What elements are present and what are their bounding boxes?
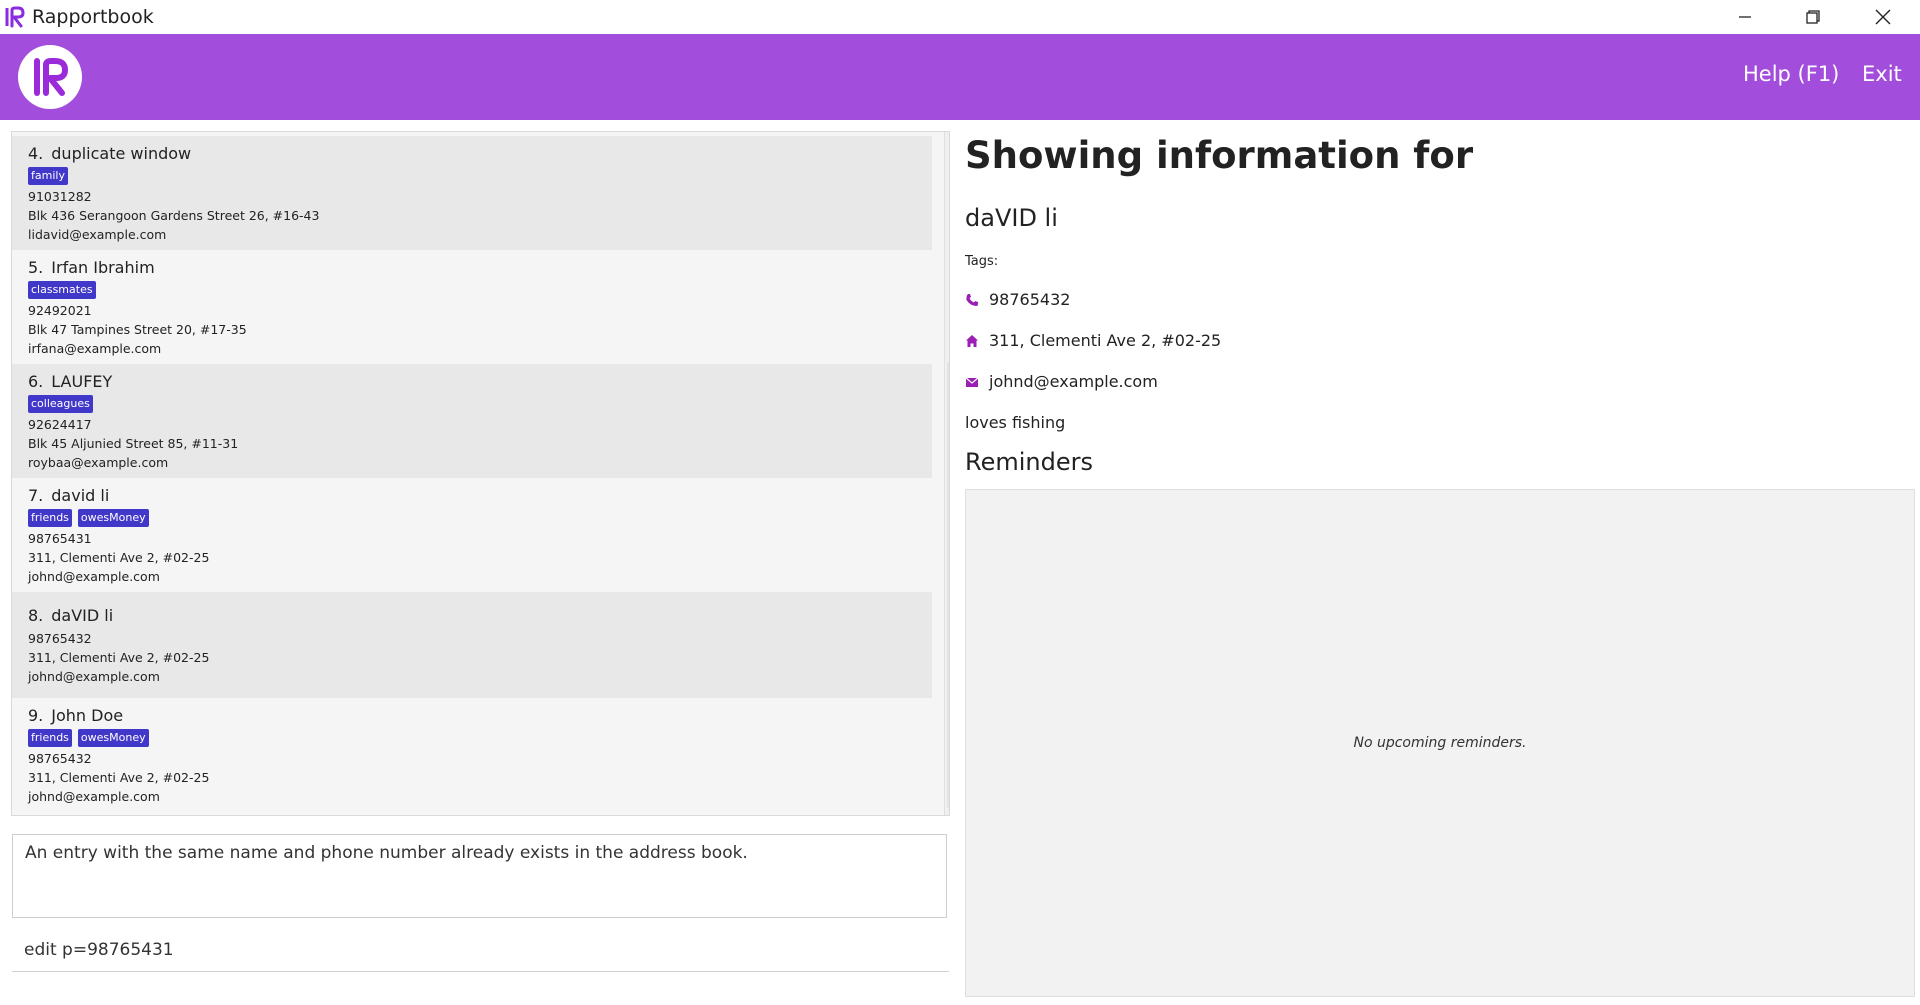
contact-email: lidavid@example.com <box>28 227 167 242</box>
contact-index: 7. <box>28 486 44 505</box>
contact-email: johnd@example.com <box>28 669 160 684</box>
minimize-button[interactable] <box>1710 0 1780 34</box>
contact-name: 6. LAUFEY <box>28 372 916 391</box>
contact-name-text: daVID li <box>51 606 114 625</box>
detail-phone-row: 98765432 <box>965 290 1070 309</box>
restore-icon <box>1806 10 1820 24</box>
contact-index: 9. <box>28 706 44 725</box>
tag-badge: owesMoney <box>77 509 149 527</box>
contact-email: johnd@example.com <box>28 789 160 804</box>
contact-tags: friends owesMoney <box>28 509 916 527</box>
app-header: Help (F1) Exit <box>0 34 1920 120</box>
contact-tags: classmates <box>28 281 916 299</box>
phone-icon <box>966 293 978 306</box>
contact-name: 7. david li <box>28 486 916 505</box>
detail-remark: loves fishing <box>965 413 1066 432</box>
close-icon <box>1875 9 1891 25</box>
tag-badge: friends <box>28 729 72 747</box>
contact-index: 5. <box>28 258 44 277</box>
contact-index: 8. <box>28 606 44 625</box>
contact-phone: 92624417 <box>28 417 92 432</box>
contact-name-text: LAUFEY <box>51 372 113 391</box>
window-titlebar: Rapportbook <box>0 0 1920 34</box>
contact-name-text: david li <box>51 486 110 505</box>
reminders-list: No upcoming reminders. <box>965 489 1915 997</box>
detail-address: 311, Clementi Ave 2, #02-25 <box>989 331 1222 350</box>
contact-index: 4. <box>28 144 44 163</box>
list-scrollbar[interactable] <box>944 132 949 815</box>
app-logo-icon <box>5 6 25 28</box>
detail-heading: Showing information for <box>965 134 1474 177</box>
contact-phone: 98765432 <box>28 631 92 646</box>
email-icon <box>965 377 979 387</box>
detail-name: daVID li <box>965 204 1058 232</box>
contact-phone: 98765432 <box>28 751 92 766</box>
command-input[interactable]: edit p=98765431 <box>12 928 949 972</box>
window-title: Rapportbook <box>32 6 154 28</box>
tag-badge: family <box>28 167 68 185</box>
contact-card[interactable]: 9. John Doe friends owesMoney 98765432 311… <box>12 698 932 812</box>
contact-address: Blk 45 Aljunied Street 85, #11-31 <box>28 436 239 451</box>
exit-menu[interactable]: Exit <box>1862 62 1902 86</box>
contact-card[interactable]: 7. david li friends owesMoney 98765431 311… <box>12 478 932 592</box>
contact-card[interactable]: 8. daVID li 98765432 311, Clementi Ave 2,… <box>12 592 932 698</box>
rapportbook-logo-icon <box>34 58 68 96</box>
reminders-empty-text: No upcoming reminders. <box>1353 735 1527 751</box>
home-icon <box>966 334 978 347</box>
contact-address: 311, Clementi Ave 2, #02-25 <box>28 650 210 665</box>
contact-address: Blk 436 Serangoon Gardens Street 26, #16… <box>28 208 320 223</box>
contact-index: 6. <box>28 372 44 391</box>
contact-phone: 91031282 <box>28 189 92 204</box>
contact-card[interactable]: 6. LAUFEY colleagues 92624417 Blk 45 Alju… <box>12 364 932 478</box>
contact-name: 4. duplicate window <box>28 144 916 163</box>
restore-button[interactable] <box>1778 0 1848 34</box>
app-logo <box>18 45 82 109</box>
detail-email: johnd@example.com <box>989 372 1158 391</box>
tag-badge: classmates <box>28 281 96 299</box>
contact-email: roybaa@example.com <box>28 455 169 470</box>
contact-name: 9. John Doe <box>28 706 916 725</box>
result-display: An entry with the same name and phone nu… <box>12 834 947 918</box>
contact-phone: 98765431 <box>28 531 92 546</box>
contact-address: 311, Clementi Ave 2, #02-25 <box>28 550 210 565</box>
detail-phone: 98765432 <box>989 290 1071 309</box>
minimize-icon <box>1739 16 1751 18</box>
contact-name-text: Irfan Ibrahim <box>51 258 155 277</box>
detail-address-row: 311, Clementi Ave 2, #02-25 <box>965 331 1221 350</box>
tag-badge: owesMoney <box>77 729 149 747</box>
contact-tags: colleagues <box>28 395 916 413</box>
contact-address: Blk 47 Tampines Street 20, #17-35 <box>28 322 247 337</box>
close-button[interactable] <box>1848 0 1918 34</box>
tag-badge: colleagues <box>28 395 93 413</box>
contact-name: 5. Irfan Ibrahim <box>28 258 916 277</box>
help-menu[interactable]: Help (F1) <box>1743 62 1839 86</box>
reminders-heading: Reminders <box>965 448 1093 476</box>
contact-card[interactable]: 4. duplicate window family 91031282 Blk 4… <box>12 136 932 250</box>
detail-tags-label: Tags: <box>965 254 999 269</box>
contact-address: 311, Clementi Ave 2, #02-25 <box>28 770 210 785</box>
contact-card[interactable]: 5. Irfan Ibrahim classmates 92492021 Blk … <box>12 250 932 364</box>
scrollbar-thumb[interactable] <box>947 360 949 810</box>
contact-name-text: duplicate window <box>51 144 192 163</box>
detail-email-row: johnd@example.com <box>965 372 1158 391</box>
contact-tags: family <box>28 167 916 185</box>
contact-email: irfana@example.com <box>28 341 162 356</box>
contact-name-text: John Doe <box>51 706 124 725</box>
contact-email: johnd@example.com <box>28 569 160 584</box>
contact-phone: 92492021 <box>28 303 92 318</box>
tag-badge: friends <box>28 509 72 527</box>
contact-tags: friends owesMoney <box>28 729 916 747</box>
contact-list[interactable]: 4. duplicate window family 91031282 Blk 4… <box>11 131 950 816</box>
contact-name: 8. daVID li <box>28 606 916 625</box>
